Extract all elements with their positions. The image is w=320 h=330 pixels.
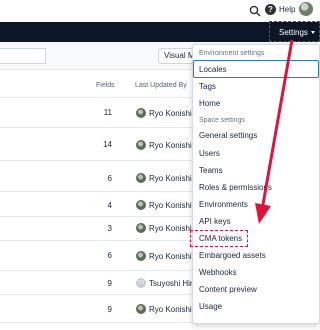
help-icon[interactable]: ? (265, 4, 276, 15)
table-row-updated-by: Ryo Konishi (149, 174, 192, 183)
table-row-updated-by: Tsuyoshi Hiro (149, 279, 193, 288)
table-row-fields: 11 (103, 108, 112, 117)
table-row-fields: 9 (107, 279, 112, 288)
menu-item-tags[interactable]: Tags (199, 82, 216, 91)
avatar (136, 251, 146, 261)
menu-item-environments[interactable]: Environments (199, 200, 248, 209)
avatar (136, 223, 146, 233)
table-row-updated-by: Ryo Konishi (149, 224, 192, 233)
table-row-fields: 14 (103, 140, 112, 149)
column-header-fields[interactable]: Fields (96, 82, 115, 89)
menu-item-general-settings[interactable]: General settings (199, 131, 257, 140)
top-bar: ? Help (0, 0, 320, 22)
menu-item-users[interactable]: Users (199, 149, 220, 158)
search-input[interactable] (0, 48, 46, 64)
column-header-last-updated-by[interactable]: Last Updated By (135, 82, 187, 89)
search-icon[interactable] (249, 5, 261, 17)
menu-item-locales[interactable]: Locales (199, 65, 227, 74)
menu-item-home[interactable]: Home (199, 99, 220, 108)
table-row-updated-by: Ryo Konishi (149, 201, 192, 210)
table-row-updated-by: Ryo Konishi (149, 305, 192, 314)
avatar (136, 200, 146, 210)
table-row-fields: 9 (107, 305, 112, 314)
environment-settings-heading: Environment settings (199, 50, 265, 57)
menu-item-usage[interactable]: Usage (199, 302, 222, 311)
avatar: TH (136, 278, 146, 288)
menu-item-embargoed-assets[interactable]: Embargoed assets (199, 251, 266, 260)
avatar[interactable] (299, 2, 313, 16)
table-row-updated-by: Ryo Konishi (149, 252, 192, 261)
menu-item-teams[interactable]: Teams (199, 166, 223, 175)
help-link[interactable]: Help (279, 5, 295, 14)
menu-item-webhooks[interactable]: Webhooks (199, 268, 237, 277)
table-row-fields: 3 (107, 224, 112, 233)
menu-item-api-keys[interactable]: API keys (199, 217, 231, 226)
avatar (136, 108, 146, 118)
avatar (136, 304, 146, 314)
menu-item-roles-permissions[interactable]: Roles & permissions (199, 183, 272, 192)
avatar (136, 173, 146, 183)
table-row-fields: 4 (107, 201, 112, 210)
space-settings-heading: Space settings (199, 117, 245, 124)
menu-item-content-preview[interactable]: Content preview (199, 285, 257, 294)
table-row-updated-by: Ryo Konishi (149, 141, 192, 150)
cma-tokens-highlight-box (190, 230, 248, 247)
table-row-updated-by: Ryo Konishi (149, 109, 192, 118)
table-row-fields: 6 (107, 174, 112, 183)
table-row-fields: 6 (107, 251, 112, 260)
avatar (136, 140, 146, 150)
settings-highlight-box (269, 21, 320, 42)
